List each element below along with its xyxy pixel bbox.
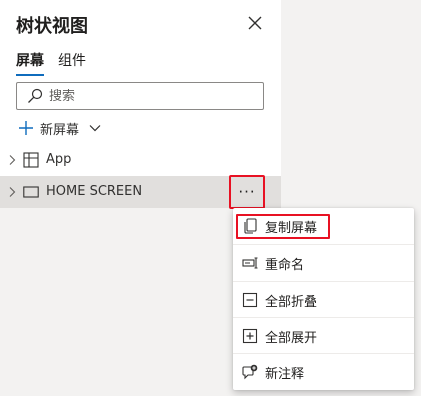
search-icon <box>28 88 43 103</box>
app-grid-icon <box>23 152 39 168</box>
tab-screens[interactable]: 屏幕 <box>16 50 44 76</box>
tab-bar: 屏幕 组件 <box>16 50 86 76</box>
panel-title: 树状视图 <box>16 16 88 37</box>
search-input[interactable] <box>49 88 249 104</box>
close-button[interactable] <box>245 13 265 33</box>
more-options-button[interactable]: ··· <box>229 175 265 209</box>
menu-item-collapse-all[interactable]: 全部折叠 <box>233 282 414 318</box>
more-icon: ··· <box>238 183 256 201</box>
menu-item-label: 新注释 <box>265 367 305 382</box>
close-icon <box>248 16 262 30</box>
new-screen-label: 新屏幕 <box>40 122 80 138</box>
menu-item-expand-all[interactable]: 全部展开 <box>233 318 414 354</box>
screen-icon <box>23 186 39 198</box>
tab-components[interactable]: 组件 <box>58 50 86 76</box>
menu-item-new-comment[interactable]: 新注释 <box>233 354 414 390</box>
chevron-down-icon <box>89 125 101 132</box>
duplicate-icon <box>244 218 257 234</box>
tree-item-label: App <box>46 152 72 167</box>
tree-item-app[interactable]: App <box>0 144 281 176</box>
search-box[interactable] <box>16 82 264 110</box>
new-screen-button[interactable]: 新屏幕 <box>18 118 101 138</box>
menu-item-duplicate-screen[interactable]: 复制屏幕 <box>233 208 414 244</box>
chevron-right-icon[interactable] <box>8 186 16 198</box>
chevron-right-icon[interactable] <box>8 154 16 166</box>
menu-item-label: 全部折叠 <box>265 295 318 310</box>
menu-item-label: 全部展开 <box>265 331 318 346</box>
rename-icon <box>242 257 258 269</box>
menu-item-rename[interactable]: 重命名 <box>233 245 414 281</box>
plus-icon <box>19 121 33 135</box>
context-menu: 复制屏幕 重命名 全部折叠 全部展开 新注释 <box>233 208 414 390</box>
tree-item-label: HOME SCREEN <box>46 184 143 199</box>
collapse-all-icon <box>242 292 258 308</box>
menu-item-label: 重命名 <box>265 258 305 273</box>
new-comment-icon <box>242 364 258 380</box>
menu-item-label: 复制屏幕 <box>265 221 318 236</box>
expand-all-icon <box>242 328 258 344</box>
